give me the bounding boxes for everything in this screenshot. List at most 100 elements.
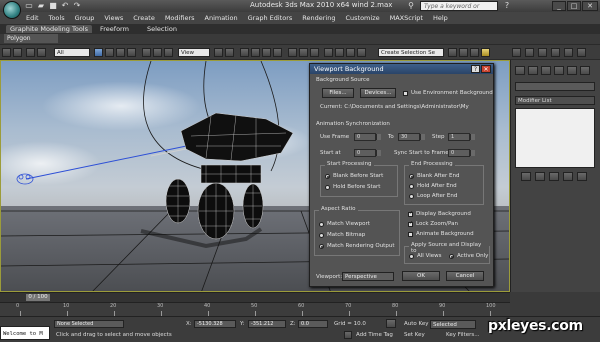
ok-button[interactable]: OK bbox=[402, 271, 440, 281]
snap-toggle-icon[interactable] bbox=[240, 48, 249, 57]
menu-item-animation[interactable]: Animation bbox=[205, 14, 238, 22]
to-spinner[interactable]: 30 bbox=[398, 133, 425, 141]
menu-item-maxscript[interactable]: MAXScript bbox=[390, 14, 423, 22]
sync-start-spinner[interactable]: 0 bbox=[448, 149, 475, 157]
make-unique-icon[interactable] bbox=[549, 172, 559, 181]
menu-item-edit[interactable]: Edit bbox=[26, 14, 39, 22]
configure-modifier-sets-icon[interactable] bbox=[577, 172, 587, 181]
minimize-button[interactable]: _ bbox=[552, 1, 566, 11]
blank-before-start-radio[interactable] bbox=[325, 174, 330, 179]
named-selection-dropdown[interactable]: Create Selection Se bbox=[378, 48, 444, 57]
open-file-icon[interactable]: ▰ bbox=[36, 1, 46, 11]
window-crossing-icon[interactable] bbox=[127, 48, 136, 57]
menu-item-views[interactable]: Views bbox=[104, 14, 123, 22]
step-spinner[interactable]: 1 bbox=[448, 133, 475, 141]
rectangular-selection-icon[interactable] bbox=[116, 48, 125, 57]
menu-item-modifiers[interactable]: Modifiers bbox=[165, 14, 195, 22]
dialog-help-button[interactable]: ? bbox=[471, 65, 480, 73]
time-slider[interactable]: 0 / 100 bbox=[0, 292, 510, 302]
animate-background-checkbox[interactable] bbox=[408, 232, 413, 237]
z-coord-field[interactable]: 0.0 bbox=[298, 320, 328, 328]
select-object-icon[interactable] bbox=[94, 48, 103, 57]
object-name-field[interactable] bbox=[515, 82, 595, 91]
key-icon[interactable] bbox=[386, 319, 396, 328]
utilities-panel-icon[interactable] bbox=[580, 66, 590, 75]
start-at-spinner[interactable]: 0 bbox=[354, 149, 381, 157]
remove-modifier-icon[interactable] bbox=[563, 172, 573, 181]
use-frame-spinner[interactable]: 0 bbox=[354, 133, 381, 141]
viewport-select[interactable]: Perspective bbox=[342, 272, 394, 281]
edit-named-selections-icon[interactable] bbox=[288, 48, 297, 57]
selection-filter-dropdown[interactable]: All bbox=[54, 48, 90, 57]
menu-item-help[interactable]: Help bbox=[433, 14, 448, 22]
search-icon[interactable]: ⚲ bbox=[406, 1, 416, 11]
add-time-tag[interactable]: Add Time Tag bbox=[356, 332, 393, 338]
match-viewport-radio[interactable] bbox=[319, 222, 324, 227]
menu-item-group[interactable]: Group bbox=[75, 14, 95, 22]
motion-panel-icon[interactable] bbox=[551, 48, 560, 57]
menu-item-rendering[interactable]: Rendering bbox=[302, 14, 335, 22]
tab-polygon-modeling[interactable]: Polygon Modeling bbox=[4, 34, 58, 51]
select-by-name-icon[interactable] bbox=[105, 48, 114, 57]
close-button[interactable]: ✕ bbox=[582, 1, 598, 11]
set-key-button[interactable]: Set Key bbox=[404, 332, 425, 338]
display-panel-icon[interactable] bbox=[567, 66, 577, 75]
rendered-frame-window-icon[interactable] bbox=[470, 48, 479, 57]
rotate-icon[interactable] bbox=[153, 48, 162, 57]
display-panel-icon[interactable] bbox=[564, 48, 573, 57]
utilities-panel-icon[interactable] bbox=[577, 48, 586, 57]
angle-snap-icon[interactable] bbox=[251, 48, 260, 57]
menu-item-tools[interactable]: Tools bbox=[49, 14, 65, 22]
selected-set-dropdown[interactable]: Selected bbox=[430, 320, 476, 329]
all-views-radio[interactable] bbox=[409, 254, 414, 259]
schematic-view-icon[interactable] bbox=[357, 48, 366, 57]
graphite-toggle-icon[interactable] bbox=[335, 48, 344, 57]
time-tag-icon[interactable] bbox=[344, 331, 352, 339]
help-icon[interactable]: ? bbox=[502, 1, 512, 11]
track-bar[interactable]: 0 10 20 30 40 50 60 70 80 90 100 bbox=[0, 302, 510, 316]
redo-icon[interactable]: ↷ bbox=[72, 1, 82, 11]
blank-after-end-radio[interactable] bbox=[409, 174, 414, 179]
x-coord-field[interactable]: -5130.328 bbox=[194, 320, 236, 328]
key-filters-button[interactable]: Key Filters... bbox=[446, 332, 479, 338]
tab-freeform[interactable]: Freeform bbox=[100, 25, 129, 33]
tab-graphite-modeling-tools[interactable]: Graphite Modeling Tools bbox=[6, 25, 93, 33]
modifier-stack[interactable] bbox=[515, 108, 595, 168]
search-input[interactable]: Type a keyword or phrase bbox=[420, 1, 498, 19]
modify-panel-icon[interactable] bbox=[525, 48, 534, 57]
menu-item-graph-editors[interactable]: Graph Editors bbox=[248, 14, 293, 22]
match-rendering-output-radio[interactable] bbox=[319, 244, 324, 249]
pin-stack-icon[interactable] bbox=[521, 172, 531, 181]
menu-item-create[interactable]: Create bbox=[133, 14, 155, 22]
loop-after-end-radio[interactable] bbox=[409, 194, 414, 199]
app-logo-icon[interactable] bbox=[3, 1, 21, 19]
move-icon[interactable] bbox=[142, 48, 151, 57]
active-only-radio[interactable] bbox=[449, 254, 454, 259]
y-coord-field[interactable]: -351.212 bbox=[248, 320, 286, 328]
tab-selection[interactable]: Selection bbox=[147, 25, 177, 33]
new-file-icon[interactable]: ▭ bbox=[24, 1, 34, 11]
undo-icon[interactable] bbox=[2, 48, 11, 57]
curve-editor-icon[interactable] bbox=[346, 48, 355, 57]
align-icon[interactable] bbox=[310, 48, 319, 57]
dialog-close-button[interactable]: ✕ bbox=[481, 65, 491, 73]
hierarchy-panel-icon[interactable] bbox=[538, 48, 547, 57]
menu-item-customize[interactable]: Customize bbox=[345, 14, 379, 22]
motion-panel-icon[interactable] bbox=[554, 66, 564, 75]
use-environment-background-checkbox[interactable] bbox=[403, 91, 408, 96]
spinner-snap-icon[interactable] bbox=[273, 48, 282, 57]
mirror-icon[interactable] bbox=[299, 48, 308, 57]
hold-after-end-radio[interactable] bbox=[409, 184, 414, 189]
pivot-center-icon[interactable] bbox=[214, 48, 223, 57]
devices-button[interactable]: Devices... bbox=[360, 88, 396, 98]
modifier-list-dropdown[interactable]: Modifier List bbox=[515, 96, 595, 105]
show-end-result-icon[interactable] bbox=[535, 172, 545, 181]
undo-icon[interactable]: ↶ bbox=[60, 1, 70, 11]
manipulate-icon[interactable] bbox=[225, 48, 234, 57]
percent-snap-icon[interactable] bbox=[262, 48, 271, 57]
cancel-button[interactable]: Cancel bbox=[446, 271, 484, 281]
match-bitmap-radio[interactable] bbox=[319, 233, 324, 238]
render-production-icon[interactable] bbox=[481, 48, 490, 57]
robot-model[interactable] bbox=[140, 112, 294, 249]
frame-counter[interactable]: 0 / 100 bbox=[26, 294, 50, 301]
